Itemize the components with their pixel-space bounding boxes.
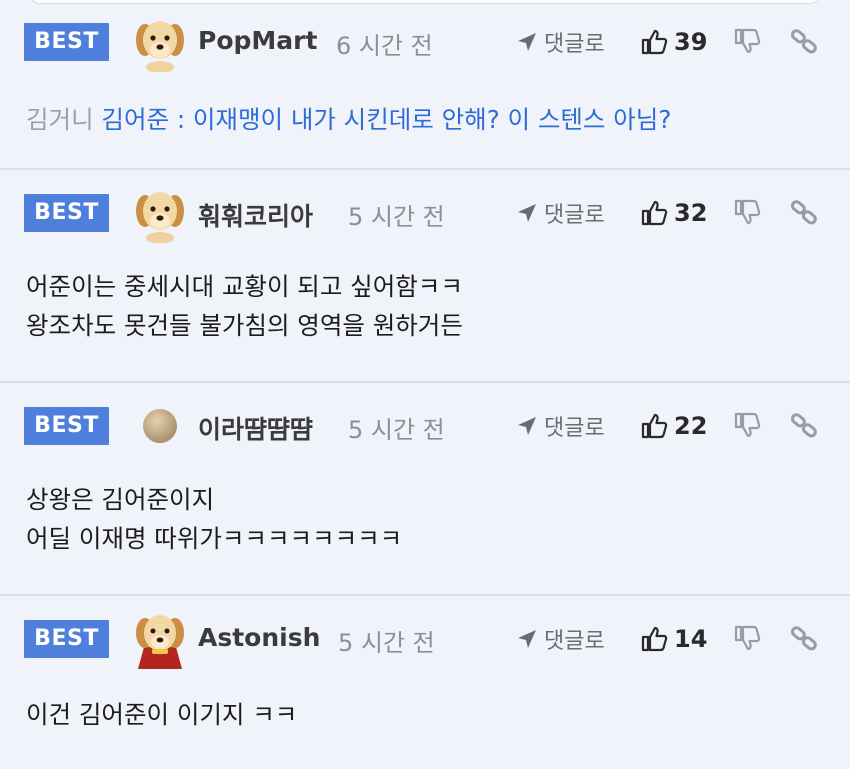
reply-arrow-icon bbox=[518, 204, 536, 222]
quoted-text: 김어준 : 이재맹이 내가 시킨데로 안해? 이 스텐스 아님? bbox=[101, 105, 672, 134]
comment-item: BEST 훠훠코리아 5 시간 전 댓글로 32 어준이는 중세시대 교황이 되… bbox=[0, 183, 850, 383]
comment-meta: BEST Astonish 5 시간 전 댓글로 14 bbox=[0, 609, 850, 669]
thumbs-up-icon bbox=[641, 29, 668, 55]
username[interactable]: Astonish bbox=[198, 623, 320, 652]
best-badge: BEST bbox=[24, 407, 109, 445]
ball-avatar[interactable] bbox=[130, 396, 190, 456]
username[interactable]: 훠훠코리아 bbox=[198, 197, 313, 233]
reply-label: 댓글로 bbox=[544, 203, 605, 228]
like-count: 14 bbox=[674, 625, 708, 653]
reply-button[interactable]: 댓글로 bbox=[516, 408, 605, 444]
link-icon bbox=[790, 29, 817, 54]
thumbs-up-icon bbox=[641, 413, 668, 439]
comment-line: 이건 김어준이 이기지 ㅋㅋ bbox=[26, 700, 298, 729]
comment-body: 어준이는 중세시대 교황이 되고 싶어함ㅋㅋ 왕조차도 못건들 불가침의 영역을… bbox=[26, 267, 463, 345]
dislike-button[interactable] bbox=[733, 27, 761, 59]
reply-arrow-icon bbox=[518, 417, 536, 435]
comment-meta: BEST PopMart 6 시간 전 댓글로 39 bbox=[0, 12, 850, 73]
like-count: 22 bbox=[674, 412, 708, 440]
puppy-avatar[interactable] bbox=[130, 12, 190, 73]
reply-arrow-icon bbox=[518, 630, 536, 648]
comment-meta: BEST 이라땸땸땸 5 시간 전 댓글로 22 bbox=[0, 396, 850, 456]
dislike-button[interactable] bbox=[733, 198, 761, 230]
mention-text[interactable]: 김거니 bbox=[26, 105, 94, 134]
best-badge: BEST bbox=[24, 194, 109, 232]
like-count: 32 bbox=[674, 199, 708, 227]
previous-card-edge bbox=[30, 0, 820, 4]
comment-line: 상왕은 김어준이지 bbox=[26, 485, 215, 514]
share-link-button[interactable] bbox=[790, 411, 818, 443]
comment-meta: BEST 훠훠코리아 5 시간 전 댓글로 32 bbox=[0, 183, 850, 244]
timestamp: 5 시간 전 bbox=[338, 629, 435, 657]
dislike-button[interactable] bbox=[733, 411, 761, 443]
comment-body: 이건 김어준이 이기지 ㅋㅋ bbox=[26, 695, 297, 734]
reply-button[interactable]: 댓글로 bbox=[516, 24, 605, 60]
comment-line: 어딜 이재명 따위가ㅋㅋㅋㅋㅋㅋㅋㅋ bbox=[26, 524, 403, 553]
like-button[interactable]: 22 bbox=[640, 408, 707, 444]
share-link-button[interactable] bbox=[790, 198, 818, 230]
thumbs-up-icon bbox=[641, 200, 668, 226]
comment-body: 상왕은 김어준이지 어딜 이재명 따위가ㅋㅋㅋㅋㅋㅋㅋㅋ bbox=[26, 480, 402, 558]
reply-button[interactable]: 댓글로 bbox=[516, 621, 605, 657]
comment-item: BEST PopMart 6 시간 전 댓글로 39 김거니 김어준: 이재맹… bbox=[0, 12, 850, 170]
best-badge: BEST bbox=[24, 620, 109, 658]
link-icon bbox=[790, 200, 817, 225]
username[interactable]: 이라땸땸땸 bbox=[198, 410, 313, 446]
thumbs-down-icon bbox=[734, 625, 761, 651]
comment-line: 어준이는 중세시대 교황이 되고 싶어함ㅋㅋ bbox=[26, 272, 463, 301]
timestamp: 5 시간 전 bbox=[348, 203, 445, 231]
puppy-avatar[interactable] bbox=[130, 183, 190, 244]
like-button[interactable]: 39 bbox=[640, 24, 707, 60]
thumbs-up-icon bbox=[641, 626, 668, 652]
username[interactable]: PopMart bbox=[198, 26, 317, 55]
share-link-button[interactable] bbox=[790, 624, 818, 656]
comment-item: BEST 이라땸땸땸 5 시간 전 댓글로 22 상왕은 김어준이지 어딜 이재… bbox=[0, 396, 850, 596]
reply-label: 댓글로 bbox=[544, 32, 605, 57]
reply-label: 댓글로 bbox=[544, 416, 605, 441]
timestamp: 5 시간 전 bbox=[348, 416, 445, 444]
best-badge: BEST bbox=[24, 23, 109, 61]
reply-arrow-icon bbox=[518, 33, 536, 51]
like-button[interactable]: 32 bbox=[640, 195, 707, 231]
comment-body: 김거니 김어준 : 이재맹이 내가 시킨데로 안해? 이 스텐스 아님? bbox=[26, 100, 671, 139]
link-icon bbox=[790, 413, 817, 438]
link-icon bbox=[790, 626, 817, 651]
share-link-button[interactable] bbox=[790, 27, 818, 59]
reply-button[interactable]: 댓글로 bbox=[516, 195, 605, 231]
thumbs-down-icon bbox=[734, 28, 761, 54]
comment-item: BEST Astonish 5 시간 전 댓글로 14 이건 김어준이 이기지 … bbox=[0, 609, 850, 769]
comment-line: 왕조차도 못건들 불가침의 영역을 원하거든 bbox=[26, 311, 463, 340]
thumbs-down-icon bbox=[734, 412, 761, 438]
timestamp: 6 시간 전 bbox=[336, 32, 433, 60]
dislike-button[interactable] bbox=[733, 624, 761, 656]
caped-puppy-avatar[interactable] bbox=[130, 609, 190, 669]
like-count: 39 bbox=[674, 28, 708, 56]
reply-label: 댓글로 bbox=[544, 629, 605, 654]
thumbs-down-icon bbox=[734, 199, 761, 225]
like-button[interactable]: 14 bbox=[640, 621, 707, 657]
